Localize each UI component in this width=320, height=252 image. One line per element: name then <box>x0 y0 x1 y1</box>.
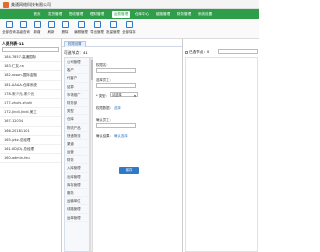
nav-tab-finance[interactable]: 理财管理 <box>89 11 105 18</box>
advanced-query-button[interactable]: 高级查询 <box>16 21 30 34</box>
toolbar: 全部查询 高级查询 新增 刷新 删除 编辑管理 导出管理 批量管理 全部保存 <box>0 19 259 39</box>
add-icon <box>33 21 41 28</box>
node-item[interactable]: 公司管理 <box>65 58 89 67</box>
confirm-employee-input[interactable] <box>96 123 136 128</box>
save-button[interactable]: 保存 <box>119 167 139 174</box>
refresh-icon <box>47 21 55 28</box>
confirm-select-link[interactable]: 确认选择 <box>114 134 128 138</box>
node-item[interactable]: 客户 <box>65 66 89 75</box>
add-button[interactable]: 新增 <box>30 21 44 34</box>
selected-nodes-list <box>185 57 258 252</box>
node-item[interactable]: 财务部 <box>65 99 89 108</box>
permission-form: 权限名： 选择员工： * 类型： 请选择 ▼ 权限数据： 选择 确认员工： 确认… <box>96 57 180 177</box>
node-item[interactable]: 线路管理 <box>65 205 89 214</box>
list-item[interactable]: 183-仁友-ra <box>0 62 61 72</box>
permission-tabs: 权限设置 <box>62 41 182 47</box>
user-list-panel: 人员列表-11 184-7857-高通国际 183-仁友-ra 182-roso… <box>0 39 62 252</box>
node-item[interactable]: 入库管理 <box>65 164 89 173</box>
node-item[interactable]: 运输单位 <box>65 197 89 206</box>
list-item[interactable]: 160-admin-feu <box>0 154 61 164</box>
node-item[interactable]: 快递物流 <box>65 132 89 140</box>
select-perm-link[interactable]: 选择 <box>114 106 121 110</box>
export-button[interactable]: 导出管理 <box>90 21 104 34</box>
list-item[interactable]: 172-Jindi-Jindi-美工 <box>0 108 61 118</box>
title-bar: 美通网络科技有限公司 <box>0 0 259 9</box>
nav-tab-route[interactable]: 链路管理 <box>155 11 171 18</box>
selected-search-input[interactable] <box>218 49 258 54</box>
filter-icon <box>19 21 27 28</box>
employee-input[interactable] <box>96 83 136 88</box>
tab-permission-settings[interactable]: 权限设置 <box>64 41 86 47</box>
permission-panel: 权限设置 可选节点：41 公司管理 客户 代客户 结算 市场推广 财务部 类型 … <box>62 39 182 252</box>
nav-tab-accounting[interactable]: 财务管理 <box>176 11 192 18</box>
refresh-button[interactable]: 刷新 <box>44 21 58 34</box>
list-item[interactable]: 167-12034 <box>0 117 61 127</box>
perm-data-label: 权限数据： 选择 <box>96 106 121 110</box>
nav-tab-freight[interactable]: 运费管理 <box>112 10 130 18</box>
user-list-header: 人员列表-11 <box>2 40 25 46</box>
list-item[interactable]: 182-roson-国际金融 <box>0 71 61 81</box>
selected-nodes-header: 已选节点：0 <box>185 50 209 55</box>
node-item[interactable]: 渠道 <box>65 140 89 149</box>
user-search-input[interactable] <box>2 47 59 52</box>
type-label: * 类型： <box>96 94 109 98</box>
list-item[interactable]: 178-宋少元-宋少元 <box>0 90 61 99</box>
batch-button[interactable]: 批量管理 <box>106 21 120 34</box>
app-title: 美通网络科技有限公司 <box>11 2 51 7</box>
node-item[interactable]: 仓库 <box>65 115 89 124</box>
export-icon <box>93 21 101 28</box>
query-all-button[interactable]: 全部查询 <box>2 21 16 34</box>
node-item[interactable]: 服务 <box>65 189 89 198</box>
nav-tab-signed[interactable]: 签收管理 <box>68 11 84 18</box>
node-item[interactable]: 运营 <box>65 148 89 157</box>
list-item[interactable]: 166-20181101 <box>0 127 61 136</box>
node-item[interactable]: 财务 <box>65 156 89 165</box>
main-nav: 首页 发货管理 签收管理 理财管理 运费管理 仓库中心 链路管理 财务管理 系统… <box>0 9 259 19</box>
nav-tab-settings[interactable]: 系统设置 <box>197 11 213 18</box>
edit-manage-button[interactable]: 编辑管理 <box>74 21 88 34</box>
scrollbar-thumb[interactable] <box>91 60 93 80</box>
available-nodes-list: 公司管理 客户 代客户 结算 市场推广 财务部 类型 仓库 物流产品 快递物流 … <box>64 57 90 252</box>
type-select[interactable]: 请选择 ▼ <box>110 92 138 98</box>
selected-nodes-panel: 已选节点：0 <box>182 39 259 252</box>
node-item[interactable]: 市场推广 <box>65 91 89 99</box>
available-nodes-header: 可选节点：41 <box>64 50 88 55</box>
node-item[interactable]: 物流产品 <box>65 124 89 132</box>
node-item[interactable]: 结算 <box>65 83 89 91</box>
delete-icon <box>61 21 69 28</box>
confirm-employee-label: 确认员工： <box>96 118 113 122</box>
nav-tab-warehouse[interactable]: 仓库中心 <box>134 11 150 18</box>
node-item[interactable]: 运单管理 <box>65 214 89 222</box>
list-item[interactable]: 165-jzkz-总经理 <box>0 136 61 145</box>
app-logo-icon <box>3 1 9 8</box>
node-item[interactable]: 出库管理 <box>65 173 89 181</box>
node-item[interactable]: 代客户 <box>65 74 89 83</box>
list-item[interactable]: 161-XD(D)-总经理 <box>0 145 61 155</box>
nav-tab-shipping[interactable]: 发货管理 <box>47 11 63 18</box>
save-all-button[interactable]: 全部保存 <box>122 21 136 34</box>
list-item[interactable]: 177-zhuhi-zhuhi <box>0 99 61 109</box>
save-icon <box>125 21 133 28</box>
search-icon <box>5 21 13 28</box>
delete-button[interactable]: 删除 <box>58 21 72 34</box>
chevron-down-icon: ▼ <box>133 94 136 98</box>
name-label: 权限名： <box>96 63 110 67</box>
node-item[interactable]: 类型 <box>65 107 89 116</box>
employee-label: 选择员工： <box>96 78 113 82</box>
select-all-checkbox[interactable] <box>185 50 188 54</box>
node-item[interactable]: 库存管理 <box>65 181 89 189</box>
confirm-result-label: 确认结果： 确认选择 <box>96 134 128 138</box>
name-input[interactable] <box>96 68 136 73</box>
nav-tab-home[interactable]: 首页 <box>30 11 44 18</box>
list-item[interactable]: 184-7857-高通国际 <box>0 53 61 63</box>
node-list-scrollbar[interactable] <box>90 57 93 252</box>
batch-icon <box>109 21 117 28</box>
list-item[interactable]: 181-AAAA-仓库系统 <box>0 81 61 90</box>
edit-icon <box>77 21 85 28</box>
